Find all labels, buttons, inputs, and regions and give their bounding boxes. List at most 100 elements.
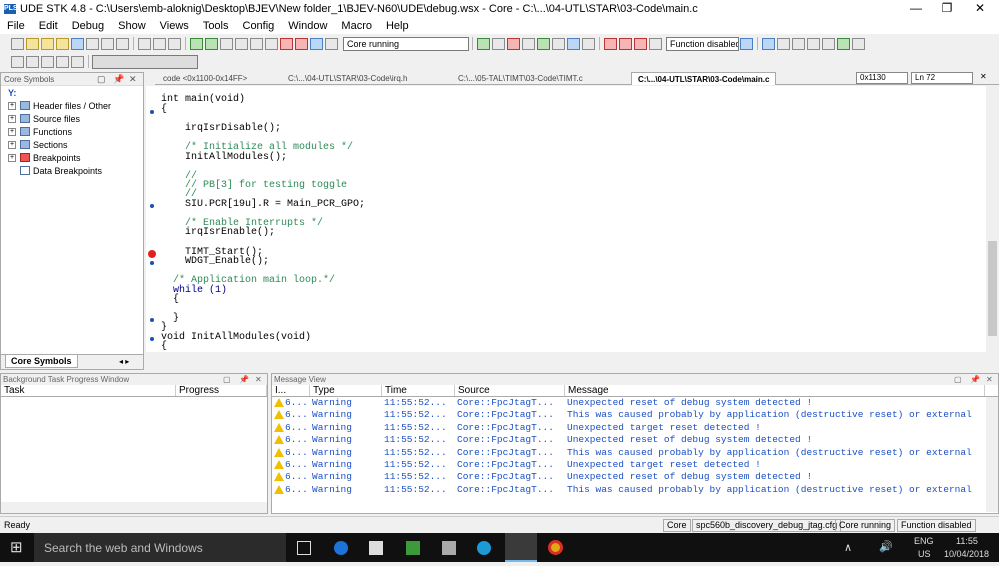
skype-icon[interactable] xyxy=(477,541,491,555)
tool-icon[interactable] xyxy=(71,55,84,68)
breakpoint-marker[interactable] xyxy=(148,250,156,258)
tab-irq-h[interactable]: C:\...\04-UTL\STAR\03-Code\irq.h xyxy=(282,72,413,85)
message-row[interactable]: 6... Warning 11:55:52... Core::FpcJtagT... U… xyxy=(272,471,998,483)
memory-icon[interactable] xyxy=(762,37,775,50)
tool-icon[interactable] xyxy=(41,55,54,68)
filter-icon[interactable]: Y: xyxy=(8,88,16,98)
ude-taskbar-button[interactable] xyxy=(505,533,537,562)
print-setup-icon[interactable] xyxy=(116,37,129,50)
breakpoint-disable-icon[interactable] xyxy=(619,37,632,50)
tool-icon[interactable] xyxy=(522,37,535,50)
code-marker[interactable] xyxy=(150,204,154,208)
col-id[interactable]: I... xyxy=(272,385,310,396)
editor-vertical-scrollbar[interactable] xyxy=(986,86,999,356)
pin-icon[interactable]: 📌 xyxy=(113,73,124,86)
new-file-icon[interactable] xyxy=(11,37,24,50)
app-icon[interactable] xyxy=(442,541,456,555)
menu-edit[interactable]: Edit xyxy=(32,20,65,32)
code-line[interactable]: SIU.PCR[19u].R = Main_PCR_GPO; xyxy=(161,200,365,210)
tab-scroll-arrows[interactable]: ◂ ▸ xyxy=(119,357,129,366)
code-line[interactable]: InitAllModules(); xyxy=(161,153,287,163)
tree-item-source-files[interactable]: + Source files xyxy=(1,112,143,125)
menu-show[interactable]: Show xyxy=(111,20,153,32)
code-line[interactable]: WDGT_Enable(); xyxy=(161,257,269,267)
code-line[interactable]: { xyxy=(161,105,167,115)
col-progress[interactable]: Progress xyxy=(176,385,267,396)
code-marker[interactable] xyxy=(150,318,154,322)
close-panel-icon[interactable]: ✕ xyxy=(255,374,262,385)
pin-icon[interactable]: 📌 xyxy=(239,374,249,385)
tree-item-breakpoints[interactable]: + Breakpoints xyxy=(1,151,143,164)
col-task[interactable]: Task xyxy=(1,385,176,396)
console-icon[interactable] xyxy=(822,37,835,50)
col-message[interactable]: Message xyxy=(565,385,985,396)
tool-icon[interactable] xyxy=(582,37,595,50)
message-row[interactable]: 6... Warning 11:55:52... Core::FpcJtagT... U… xyxy=(272,459,998,471)
app-icon[interactable] xyxy=(406,541,420,555)
col-source[interactable]: Source xyxy=(455,385,565,396)
message-row[interactable]: 6... Warning 11:55:52... Core::FpcJtagT... U… xyxy=(272,397,998,409)
image-icon[interactable] xyxy=(837,37,850,50)
store-icon[interactable] xyxy=(369,541,383,555)
message-row[interactable]: 6... Warning 11:55:52... Core::FpcJtagT... U… xyxy=(272,434,998,446)
code-line[interactable]: int main(void) xyxy=(161,95,245,105)
code-line[interactable]: { xyxy=(161,342,167,352)
tab-code-range[interactable]: code <0x1100-0x14FF> xyxy=(157,72,253,85)
message-row[interactable]: 6... Warning 11:55:52... Core::FpcJtagT... T… xyxy=(272,484,998,496)
menu-views[interactable]: Views xyxy=(153,20,196,32)
scroll-thumb[interactable] xyxy=(988,241,997,336)
dock-icon[interactable]: ▢ xyxy=(97,73,106,86)
dock-icon[interactable]: ▢ xyxy=(954,374,962,385)
panel-horizontal-scrollbar[interactable] xyxy=(1,502,267,513)
reset-icon[interactable] xyxy=(295,37,308,50)
maximize-button[interactable]: ❐ xyxy=(932,0,962,17)
code-line[interactable]: irqIsrDisable(); xyxy=(161,124,281,134)
close-document-icon[interactable]: ✕ xyxy=(980,72,987,81)
code-line[interactable]: irqIsrEnable(); xyxy=(161,228,275,238)
task-view-icon[interactable] xyxy=(297,541,311,555)
expand-icon[interactable]: + xyxy=(8,101,16,110)
go-icon[interactable] xyxy=(190,37,203,50)
tree-item-sections[interactable]: + Sections xyxy=(1,138,143,151)
trace-icon[interactable] xyxy=(507,37,520,50)
tool-icon[interactable] xyxy=(649,37,662,50)
message-row[interactable]: 6... Warning 11:55:52... Core::FpcJtagT... T… xyxy=(272,447,998,459)
tool-icon[interactable] xyxy=(740,37,753,50)
register-icon[interactable] xyxy=(777,37,790,50)
menu-help[interactable]: Help xyxy=(379,20,416,32)
dropdown-icon[interactable] xyxy=(492,37,505,50)
open-folder-icon[interactable] xyxy=(26,37,39,50)
tool-icon[interactable] xyxy=(852,37,865,50)
language-region[interactable]: US xyxy=(918,549,931,566)
breakpoint-icon[interactable] xyxy=(604,37,617,50)
tool-icon[interactable] xyxy=(567,37,580,50)
save-icon[interactable] xyxy=(71,37,84,50)
expand-icon[interactable]: + xyxy=(8,153,16,162)
code-marker[interactable] xyxy=(150,110,154,114)
tool-icon[interactable] xyxy=(552,37,565,50)
message-row[interactable]: 6... Warning 11:55:52... Core::FpcJtagT... U… xyxy=(272,422,998,434)
start-icon[interactable]: ⊞ xyxy=(10,538,23,556)
monitor-icon[interactable] xyxy=(537,37,550,50)
tree-item-functions[interactable]: + Functions xyxy=(1,125,143,138)
volume-icon[interactable]: 🔊 xyxy=(879,540,893,557)
message-row[interactable]: 6... Warning 11:55:52... Core::FpcJtagT... T… xyxy=(272,409,998,421)
close-button[interactable]: ✕ xyxy=(965,0,995,17)
search-box[interactable]: Search the web and Windows xyxy=(34,533,286,562)
address-field[interactable]: 0x1130 xyxy=(856,72,908,84)
tool-icon[interactable] xyxy=(11,55,24,68)
code-line[interactable]: void InitAllModules(void) xyxy=(161,333,311,343)
copy-icon[interactable] xyxy=(153,37,166,50)
variable-icon[interactable] xyxy=(807,37,820,50)
chrome-icon[interactable] xyxy=(548,540,563,555)
dock-icon[interactable]: ▢ xyxy=(223,374,231,385)
hand-icon[interactable] xyxy=(325,37,338,50)
tool-icon[interactable] xyxy=(56,55,69,68)
menu-debug[interactable]: Debug xyxy=(65,20,111,32)
menu-config[interactable]: Config xyxy=(236,20,282,32)
paste-icon[interactable] xyxy=(168,37,181,50)
menu-tools[interactable]: Tools xyxy=(196,20,236,32)
tree-item-data-breakpoints[interactable]: Data Breakpoints xyxy=(1,164,143,177)
col-type[interactable]: Type xyxy=(310,385,382,396)
folder-icon[interactable] xyxy=(56,37,69,50)
